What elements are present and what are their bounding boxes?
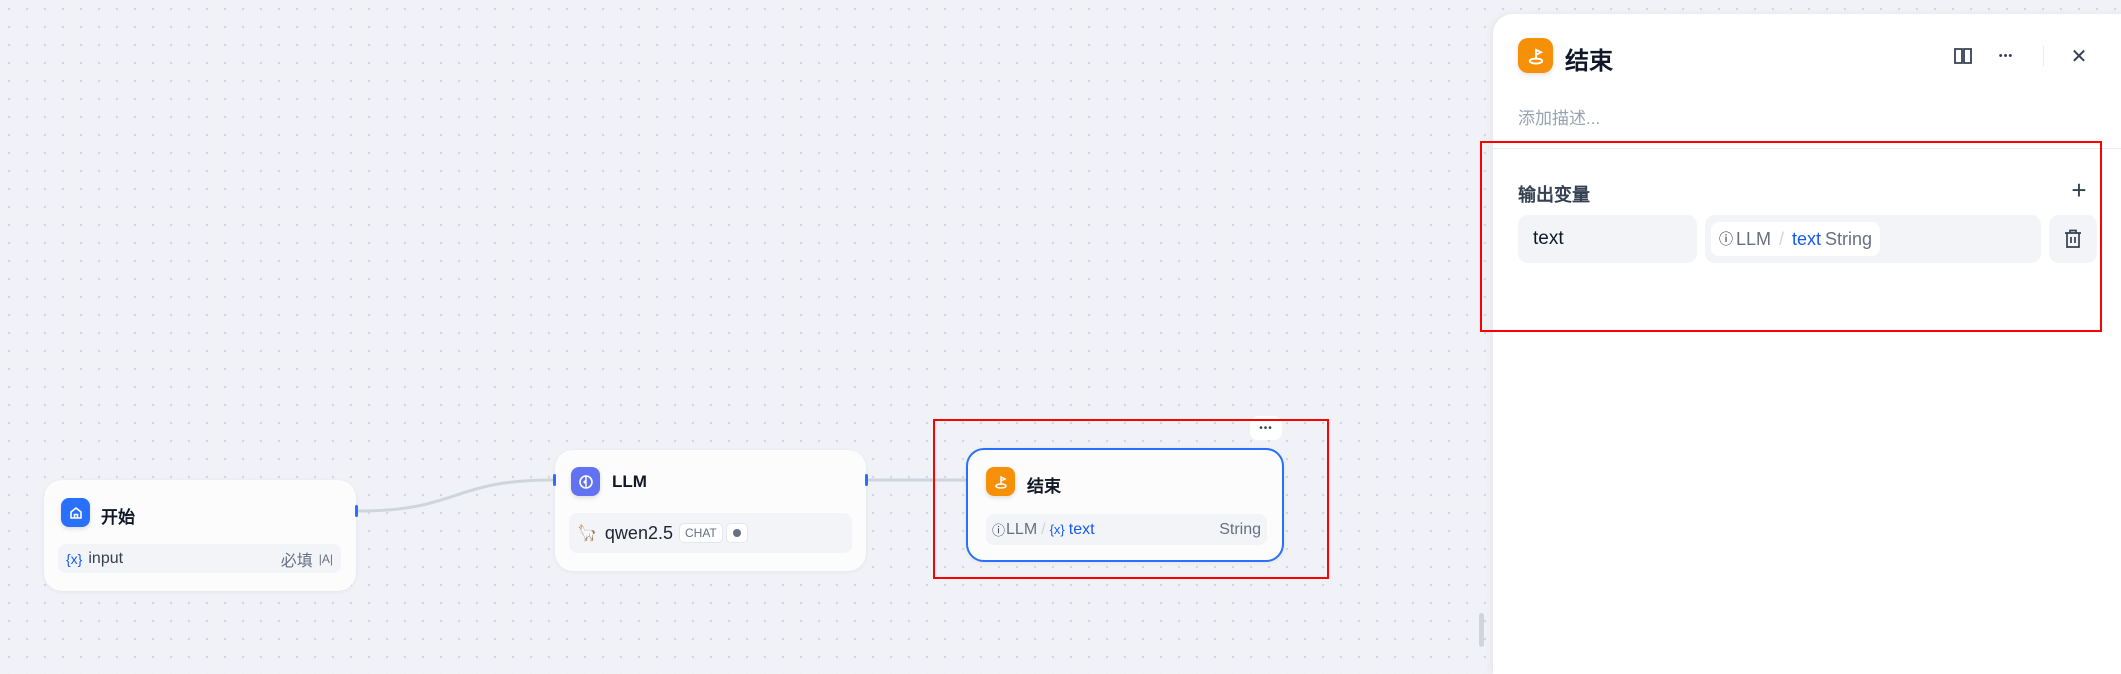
node-llm[interactable]: LLM 🦙 qwen2.5 CHAT [553, 450, 868, 571]
close-button[interactable]: ✕ [2067, 44, 2091, 68]
text-type-icon: |A| [318, 551, 333, 566]
mode-badge: CHAT [678, 523, 723, 543]
input-handle[interactable] [553, 474, 556, 486]
home-icon [61, 498, 90, 527]
brain-icon [571, 467, 600, 496]
edge-start-llm [357, 478, 554, 513]
variable-row[interactable]: {x} input 必填 |A| [58, 544, 341, 573]
model-name: qwen2.5 [604, 522, 673, 543]
variable-icon: {x} [66, 550, 83, 567]
node-settings-panel: 结束 ••• ✕ 添加描述... 输出变量 + text ⓘ LLM / tex… [1493, 14, 2121, 674]
node-title: LLM [612, 472, 647, 491]
output-handle[interactable] [355, 505, 358, 517]
highlight-box-panel [1480, 141, 2102, 332]
eye-icon[interactable] [725, 523, 748, 543]
description-input[interactable]: 添加描述... [1518, 104, 1600, 129]
llama-icon: 🦙 [577, 525, 597, 542]
output-handle[interactable] [865, 474, 868, 486]
scrollbar-handle[interactable] [1479, 613, 1484, 647]
node-start[interactable]: 开始 {x} input 必填 |A| [44, 480, 358, 591]
more-button[interactable]: ••• [1993, 44, 2019, 68]
divider [2043, 46, 2044, 66]
variable-name: input [88, 549, 124, 567]
node-title: 开始 [101, 508, 135, 527]
panel-title[interactable]: 结束 [1565, 41, 1613, 76]
book-icon[interactable] [1951, 44, 1975, 68]
required-label: 必填 [280, 552, 313, 570]
model-row[interactable]: 🦙 qwen2.5 CHAT [569, 513, 852, 553]
highlight-box-node [933, 419, 1329, 579]
flag-icon [1518, 38, 1553, 73]
